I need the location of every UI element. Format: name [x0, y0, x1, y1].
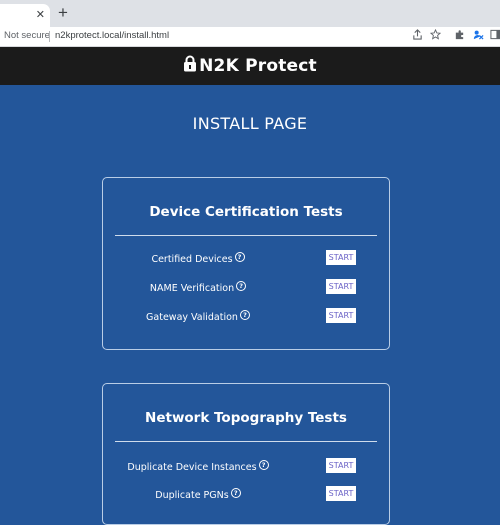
- help-icon[interactable]: ?: [234, 252, 245, 262]
- brand[interactable]: N2K Protect: [0, 47, 500, 85]
- browser-tab-strip: ✕ +: [0, 0, 500, 27]
- network-topography-card: Network Topography Tests Duplicate Devic…: [102, 383, 390, 525]
- section-title: Network Topography Tests: [145, 410, 347, 426]
- test-label-text: Duplicate PGNs: [155, 490, 229, 501]
- test-label-text: Duplicate Device Instances: [127, 462, 257, 473]
- help-icon[interactable]: ?: [230, 488, 241, 498]
- test-label: Duplicate PGNs?: [83, 488, 313, 501]
- url-text[interactable]: n2kprotect.local/install.html: [55, 29, 169, 43]
- test-label: Duplicate Device Instances?: [83, 460, 313, 473]
- profile-icon[interactable]: [471, 29, 485, 43]
- test-row-certified-devices: Certified Devices? START: [103, 250, 389, 266]
- site-header: N2K Protect: [0, 47, 500, 85]
- section-divider: [115, 441, 377, 442]
- address-divider: [49, 31, 50, 42]
- close-tab-icon[interactable]: ✕: [36, 8, 45, 22]
- test-label: NAME Verification?: [83, 281, 313, 294]
- extensions-icon[interactable]: [452, 29, 466, 43]
- test-label: Gateway Validation?: [83, 310, 313, 323]
- start-button[interactable]: START: [326, 279, 356, 294]
- new-tab-icon[interactable]: +: [55, 4, 71, 21]
- test-label-text: Gateway Validation: [146, 312, 238, 323]
- start-button[interactable]: START: [326, 308, 356, 323]
- brand-name: N2K Protect: [199, 56, 317, 76]
- device-certification-card: Device Certification Tests Certified Dev…: [102, 177, 390, 350]
- address-bar[interactable]: Not secure n2kprotect.local/install.html: [0, 27, 500, 47]
- start-button[interactable]: START: [326, 250, 356, 265]
- lock-icon: [183, 55, 197, 77]
- start-button[interactable]: START: [326, 458, 356, 473]
- star-icon[interactable]: [428, 28, 442, 43]
- section-divider: [115, 235, 377, 236]
- test-label-text: Certified Devices: [151, 254, 233, 265]
- help-icon[interactable]: ?: [258, 460, 269, 470]
- sidepanel-icon[interactable]: [488, 29, 500, 43]
- test-row-duplicate-device-instances: Duplicate Device Instances? START: [103, 458, 389, 474]
- test-row-name-verification: NAME Verification? START: [103, 279, 389, 295]
- test-label-text: NAME Verification: [149, 283, 235, 294]
- test-row-gateway-validation: Gateway Validation? START: [103, 308, 389, 324]
- section-title: Device Certification Tests: [149, 204, 343, 220]
- test-label: Certified Devices?: [83, 252, 313, 265]
- help-icon[interactable]: ?: [239, 310, 250, 320]
- help-icon[interactable]: ?: [236, 281, 247, 291]
- page-title: INSTALL PAGE: [192, 114, 308, 133]
- start-button[interactable]: START: [326, 486, 356, 501]
- browser-tab-active[interactable]: ✕: [0, 4, 50, 27]
- share-icon[interactable]: [410, 29, 424, 43]
- security-indicator[interactable]: Not secure: [4, 29, 50, 43]
